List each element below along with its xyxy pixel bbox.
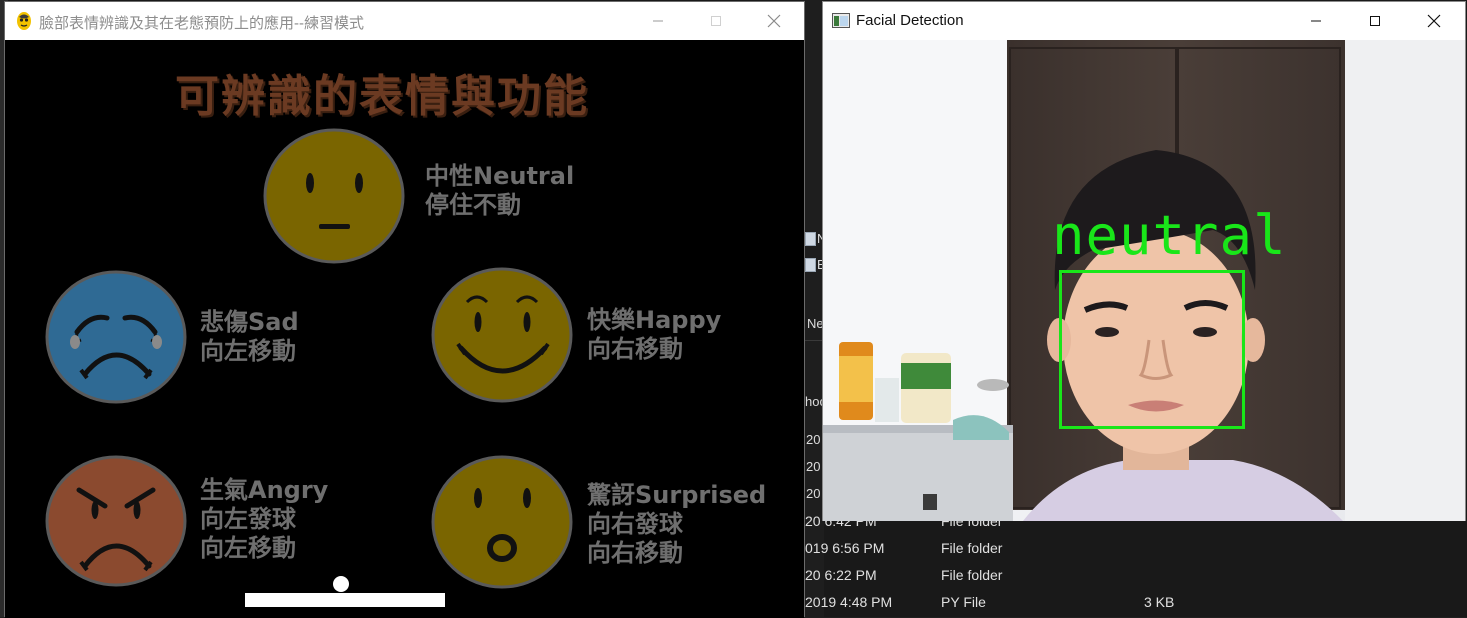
- caption-line: 向右移動: [587, 539, 683, 567]
- explorer-date-fragment: 20: [806, 486, 821, 501]
- file-type: PY File: [941, 594, 986, 610]
- camera-feed: neutral: [823, 40, 1465, 521]
- caption-angry: 生氣Angry 向左發球 向左移動: [200, 476, 328, 563]
- surprised-face-icon: [431, 455, 573, 589]
- game-window-title: 臉部表情辨識及其在老態預防上的應用--練習模式: [39, 15, 364, 32]
- maximize-icon: [1370, 16, 1380, 26]
- game-canvas[interactable]: 可辨識的表情與功能 中性Neutral 停住不動 悲傷Sad 向左移動 快樂Ha…: [5, 40, 804, 618]
- caption-neutral: 中性Neutral 停住不動: [425, 162, 574, 220]
- file-date: 20 6:22 PM: [805, 567, 877, 583]
- sad-face-icon: [45, 270, 187, 404]
- caption-line: 生氣Angry: [200, 476, 329, 504]
- minimize-button[interactable]: [635, 2, 681, 40]
- file-type: File folder: [941, 540, 1003, 556]
- game-titlebar[interactable]: 臉部表情辨識及其在老態預防上的應用--練習模式: [5, 2, 804, 40]
- facial-detection-window[interactable]: Facial Detection neutral: [822, 1, 1466, 521]
- pygame-snake-icon: [15, 11, 33, 35]
- maximize-button[interactable]: [693, 2, 739, 40]
- game-ball: [333, 576, 349, 592]
- maximize-icon: [711, 16, 721, 26]
- caption-line: 中性Neutral: [425, 162, 575, 190]
- maximize-button[interactable]: [1352, 2, 1398, 40]
- detected-emotion-label: neutral: [1052, 204, 1287, 267]
- file-date: 2019 4:48 PM: [805, 594, 893, 610]
- file-icon: [805, 232, 816, 246]
- minimize-icon: [1311, 20, 1321, 22]
- face-bounding-box: [1059, 270, 1245, 429]
- file-date: 019 6:56 PM: [805, 540, 885, 556]
- caption-line: 向右移動: [587, 335, 683, 363]
- close-button[interactable]: [751, 2, 797, 40]
- file-icon: [805, 258, 816, 272]
- neutral-face-icon: [263, 128, 405, 264]
- opencv-window-icon: [832, 13, 850, 32]
- file-size: 3 KB: [1144, 594, 1175, 610]
- caption-sad: 悲傷Sad 向左移動: [200, 308, 299, 366]
- caption-line: 停住不動: [425, 191, 521, 219]
- happy-face-icon: [431, 267, 573, 403]
- caption-line: 驚訝Surprised: [587, 481, 767, 509]
- minimize-icon: [653, 20, 663, 22]
- game-paddle: [245, 593, 445, 607]
- close-icon: [767, 14, 781, 28]
- caption-line: 向左移動: [200, 534, 296, 562]
- caption-surprised: 驚訝Surprised 向右發球 向右移動: [587, 481, 766, 568]
- file-type: File folder: [941, 567, 1003, 583]
- caption-line: 悲傷Sad: [200, 308, 299, 336]
- camera-titlebar[interactable]: Facial Detection: [823, 2, 1465, 40]
- explorer-date-fragment: 20: [806, 432, 821, 447]
- minimize-button[interactable]: [1293, 2, 1339, 40]
- caption-line: 快樂Happy: [587, 306, 722, 334]
- caption-line: 向左發球: [200, 505, 296, 533]
- close-icon: [1427, 14, 1441, 28]
- angry-face-icon: [45, 455, 187, 587]
- caption-line: 向右發球: [587, 510, 683, 538]
- caption-happy: 快樂Happy 向右移動: [587, 306, 721, 364]
- caption-line: 向左移動: [200, 337, 296, 365]
- game-window[interactable]: 臉部表情辨識及其在老態預防上的應用--練習模式 可辨識的表情與功能 中性Neut…: [4, 1, 805, 618]
- page-title: 可辨識的表情與功能: [175, 71, 589, 122]
- explorer-date-fragment: 20: [806, 459, 821, 474]
- close-button[interactable]: [1411, 2, 1457, 40]
- camera-window-title: Facial Detection: [856, 12, 964, 29]
